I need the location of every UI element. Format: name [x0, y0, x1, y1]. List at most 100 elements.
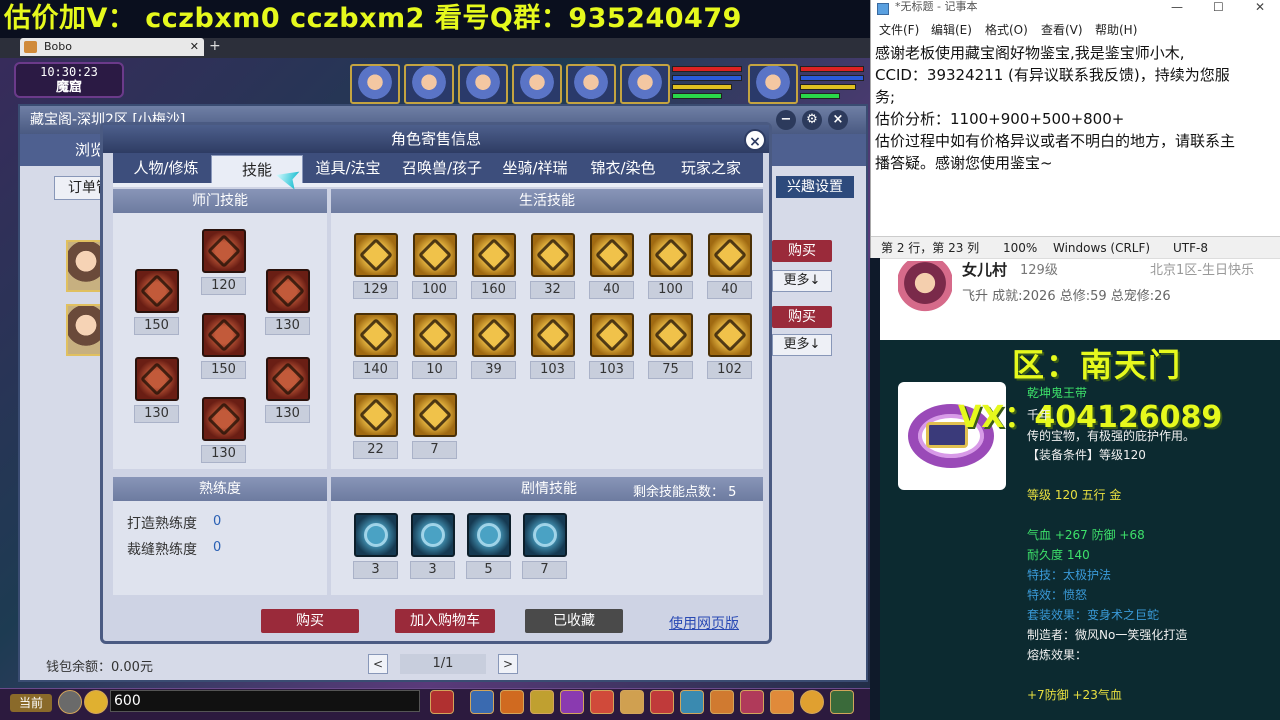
story-skills-title: 剧情技能 [521, 481, 577, 497]
new-tab-button[interactable]: + [209, 38, 221, 54]
life-skill[interactable]: 32 [530, 233, 575, 299]
next-page-button[interactable]: > [498, 654, 518, 674]
settings-gear-icon[interactable]: ⚙ [802, 110, 822, 130]
prev-page-button[interactable]: < [368, 654, 388, 674]
shop-icon[interactable] [770, 690, 794, 714]
notepad-text-area[interactable]: 感谢老板使用藏宝阁好物鉴宝,我是鉴宝师小木, CCID：39324211 (有异… [875, 42, 1271, 232]
chat-channel-button[interactable]: 当前 [10, 694, 52, 712]
life-skill[interactable]: 10 [412, 313, 457, 379]
tab-pets[interactable]: 召唤兽/孩子 [393, 153, 491, 183]
school-skill[interactable]: 130 [265, 269, 310, 335]
life-skill[interactable]: 100 [412, 233, 457, 299]
life-skill[interactable]: 160 [471, 233, 516, 299]
story-skill[interactable]: 5 [466, 513, 511, 579]
tab-divider [113, 183, 763, 187]
guild-icon[interactable] [680, 690, 704, 714]
interest-settings-button[interactable]: 兴趣设置 [776, 176, 854, 198]
life-skill[interactable]: 39 [471, 313, 516, 379]
menu-help[interactable]: 帮助(H) [1095, 20, 1137, 40]
player-avatar[interactable] [748, 64, 798, 104]
minimize-button[interactable]: − [776, 110, 796, 130]
text-line: 务; [875, 88, 896, 106]
story-skill[interactable]: 3 [353, 513, 398, 579]
life-skill[interactable]: 103 [530, 313, 575, 379]
minimize-icon[interactable]: — [1171, 0, 1183, 14]
story-skill[interactable]: 3 [410, 513, 455, 579]
pet-icon[interactable] [620, 690, 644, 714]
life-skill[interactable]: 40 [589, 233, 634, 299]
team-avatar[interactable] [404, 64, 454, 104]
tab-player-home[interactable]: 玩家之家 [669, 153, 753, 183]
pet-avatar[interactable] [620, 64, 670, 104]
item-maker: 制造者：微风No一笑强化打造 [1027, 628, 1188, 642]
dialog-tabs: 人物/修炼 技能 道具/法宝 召唤兽/孩子 坐骑/祥瑞 锦衣/染色 玩家之家 [113, 153, 763, 183]
item-bag-icon[interactable] [500, 690, 524, 714]
tailor-proficiency-value: 0 [213, 540, 222, 555]
school-skill[interactable]: 130 [134, 357, 179, 423]
close-icon[interactable]: ✕ [1255, 0, 1265, 14]
attack-icon[interactable] [470, 690, 494, 714]
pet-quick-icon[interactable] [430, 690, 454, 714]
school-skills-panel: 师门技能 120 150 130 150 130 130 130 [113, 189, 327, 469]
menu-file[interactable]: 文件(F) [879, 20, 919, 40]
tab-character[interactable]: 人物/修炼 [121, 153, 211, 183]
tab-close-icon[interactable]: ✕ [190, 38, 199, 56]
text-line: CCID：39324211 (有异议联系我反馈)，持续为您服 [875, 66, 1230, 84]
player-info-panel: 女儿村 129级 北京1区-生日快乐 飞升 成就:2026 总修:59 总宠修:… [880, 258, 1280, 340]
web-version-link[interactable]: 使用网页版 [669, 613, 739, 633]
life-skill[interactable]: 129 [353, 233, 398, 299]
life-skill[interactable]: 140 [353, 313, 398, 379]
give-icon[interactable] [530, 690, 554, 714]
close-button[interactable]: × [828, 110, 848, 130]
school-skill[interactable]: 150 [134, 269, 179, 335]
school-skill[interactable]: 150 [201, 313, 246, 379]
text-line: 播答疑。感谢您使用鉴宝~ [875, 154, 1053, 172]
buy-button[interactable]: 购买 [261, 609, 359, 633]
life-skill[interactable]: 75 [648, 313, 693, 379]
cursor-position: 第 2 行，第 23 列 [881, 241, 980, 255]
voice-icon[interactable] [58, 690, 82, 714]
favorited-button[interactable]: 已收藏 [525, 609, 623, 633]
team-avatar[interactable] [350, 64, 400, 104]
menu-view[interactable]: 查看(V) [1041, 20, 1083, 40]
listing-more-button[interactable]: 更多↓ [772, 334, 832, 356]
menu-edit[interactable]: 编辑(E) [931, 20, 972, 40]
forge-proficiency-label: 打造熟练度 [127, 516, 197, 532]
life-skill[interactable]: 22 [353, 393, 398, 459]
school-skill[interactable]: 130 [201, 397, 246, 463]
team-icon[interactable] [590, 690, 614, 714]
team-avatar[interactable] [566, 64, 616, 104]
life-skill[interactable]: 7 [412, 393, 457, 459]
story-skill[interactable]: 7 [522, 513, 567, 579]
emoji-icon[interactable] [84, 690, 108, 714]
life-skills-header: 生活技能 [331, 189, 763, 213]
face-icon[interactable] [800, 690, 824, 714]
task-icon[interactable] [650, 690, 674, 714]
player-sect: 女儿村 [962, 261, 1008, 279]
tab-outfits[interactable]: 锦衣/染色 [581, 153, 665, 183]
team-avatar[interactable] [458, 64, 508, 104]
listing-buy-button[interactable]: 购买 [772, 306, 832, 328]
tab-mounts[interactable]: 坐骑/祥瑞 [493, 153, 577, 183]
life-skill[interactable]: 102 [707, 313, 752, 379]
maximize-icon[interactable]: ☐ [1213, 0, 1224, 14]
tab-items[interactable]: 道具/法宝 [307, 153, 389, 183]
school-skill[interactable]: 120 [201, 229, 246, 295]
menu-format[interactable]: 格式(O) [985, 20, 1028, 40]
life-skill[interactable]: 103 [589, 313, 634, 379]
listing-buy-button[interactable]: 购买 [772, 240, 832, 262]
add-to-cart-button[interactable]: 加入购物车 [395, 609, 495, 633]
team-avatar[interactable] [512, 64, 562, 104]
system-icon[interactable] [830, 690, 854, 714]
item-refine: 熔炼效果： [1027, 648, 1088, 662]
life-skill[interactable]: 40 [707, 233, 752, 299]
listing-more-button[interactable]: 更多↓ [772, 270, 832, 292]
mail-icon[interactable] [740, 690, 764, 714]
life-skill[interactable]: 100 [648, 233, 693, 299]
school-skill[interactable]: 130 [265, 357, 310, 423]
dialog-close-button[interactable]: × [744, 129, 766, 151]
friends-icon[interactable] [710, 690, 734, 714]
trade-icon[interactable] [560, 690, 584, 714]
chat-input[interactable]: 600 [110, 690, 420, 712]
browser-tab[interactable]: Bobo ✕ [20, 38, 204, 56]
